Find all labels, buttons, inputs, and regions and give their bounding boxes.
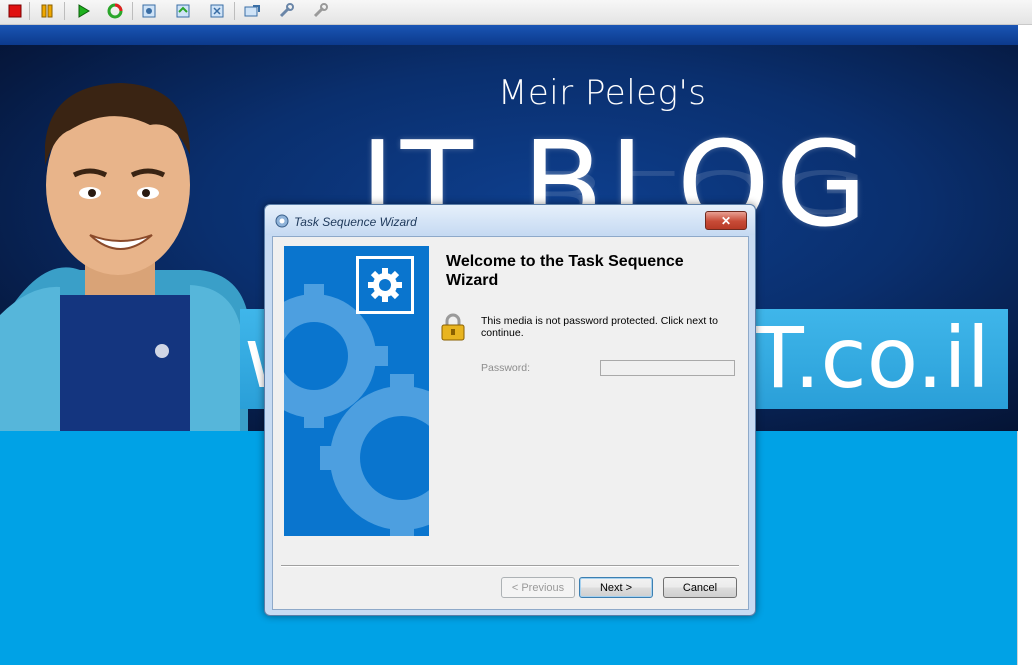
toolbar-separator <box>64 2 65 20</box>
next-button[interactable]: Next > <box>579 577 653 598</box>
tools-icon[interactable] <box>275 1 297 21</box>
banner-byline: Meir Peleg's <box>498 73 707 113</box>
manager-icon[interactable] <box>206 1 228 21</box>
task-sequence-wizard-dialog: Task Sequence Wizard ✕ Welcome to the Ta… <box>264 204 756 616</box>
password-status-message: This media is not password protected. Cl… <box>481 315 718 339</box>
reset-icon[interactable] <box>104 1 126 21</box>
close-icon: ✕ <box>720 213 732 228</box>
wizard-heading: Welcome to the Task Sequence Wizard <box>446 253 684 289</box>
password-label: Password: <box>481 362 531 374</box>
send-keys-icon[interactable] <box>241 1 263 21</box>
dialog-titlebar[interactable]: Task Sequence Wizard ✕ <box>265 205 755 235</box>
vm-scroll-strip[interactable] <box>1017 25 1032 665</box>
gear-icon <box>368 268 402 302</box>
banner-domain: IT.co.il <box>727 309 990 407</box>
padlock-icon <box>440 313 466 341</box>
stop-icon[interactable] <box>4 1 26 21</box>
snapshot-icon[interactable] <box>138 1 160 21</box>
previous-button[interactable]: < Previous <box>501 577 575 598</box>
wizard-app-icon <box>274 213 290 229</box>
cancel-button[interactable]: Cancel <box>663 577 737 598</box>
dialog-title: Task Sequence Wizard <box>294 215 417 229</box>
wizard-side-panel <box>284 246 429 536</box>
revert-icon[interactable] <box>172 1 194 21</box>
avatar-illustration <box>0 83 248 431</box>
vm-toolbar <box>0 0 1032 25</box>
toolbar-separator <box>29 2 30 20</box>
toolbar-separator <box>234 2 235 20</box>
button-divider <box>281 565 739 567</box>
toolbar-separator <box>132 2 133 20</box>
pause-icon[interactable] <box>36 1 58 21</box>
settings-icon[interactable] <box>309 1 331 21</box>
close-button[interactable]: ✕ <box>705 211 747 230</box>
play-icon[interactable] <box>72 1 94 21</box>
password-input[interactable] <box>600 360 735 376</box>
wizard-gear-badge <box>356 256 414 314</box>
dialog-client-area: Welcome to the Task Sequence Wizard This… <box>272 236 749 610</box>
